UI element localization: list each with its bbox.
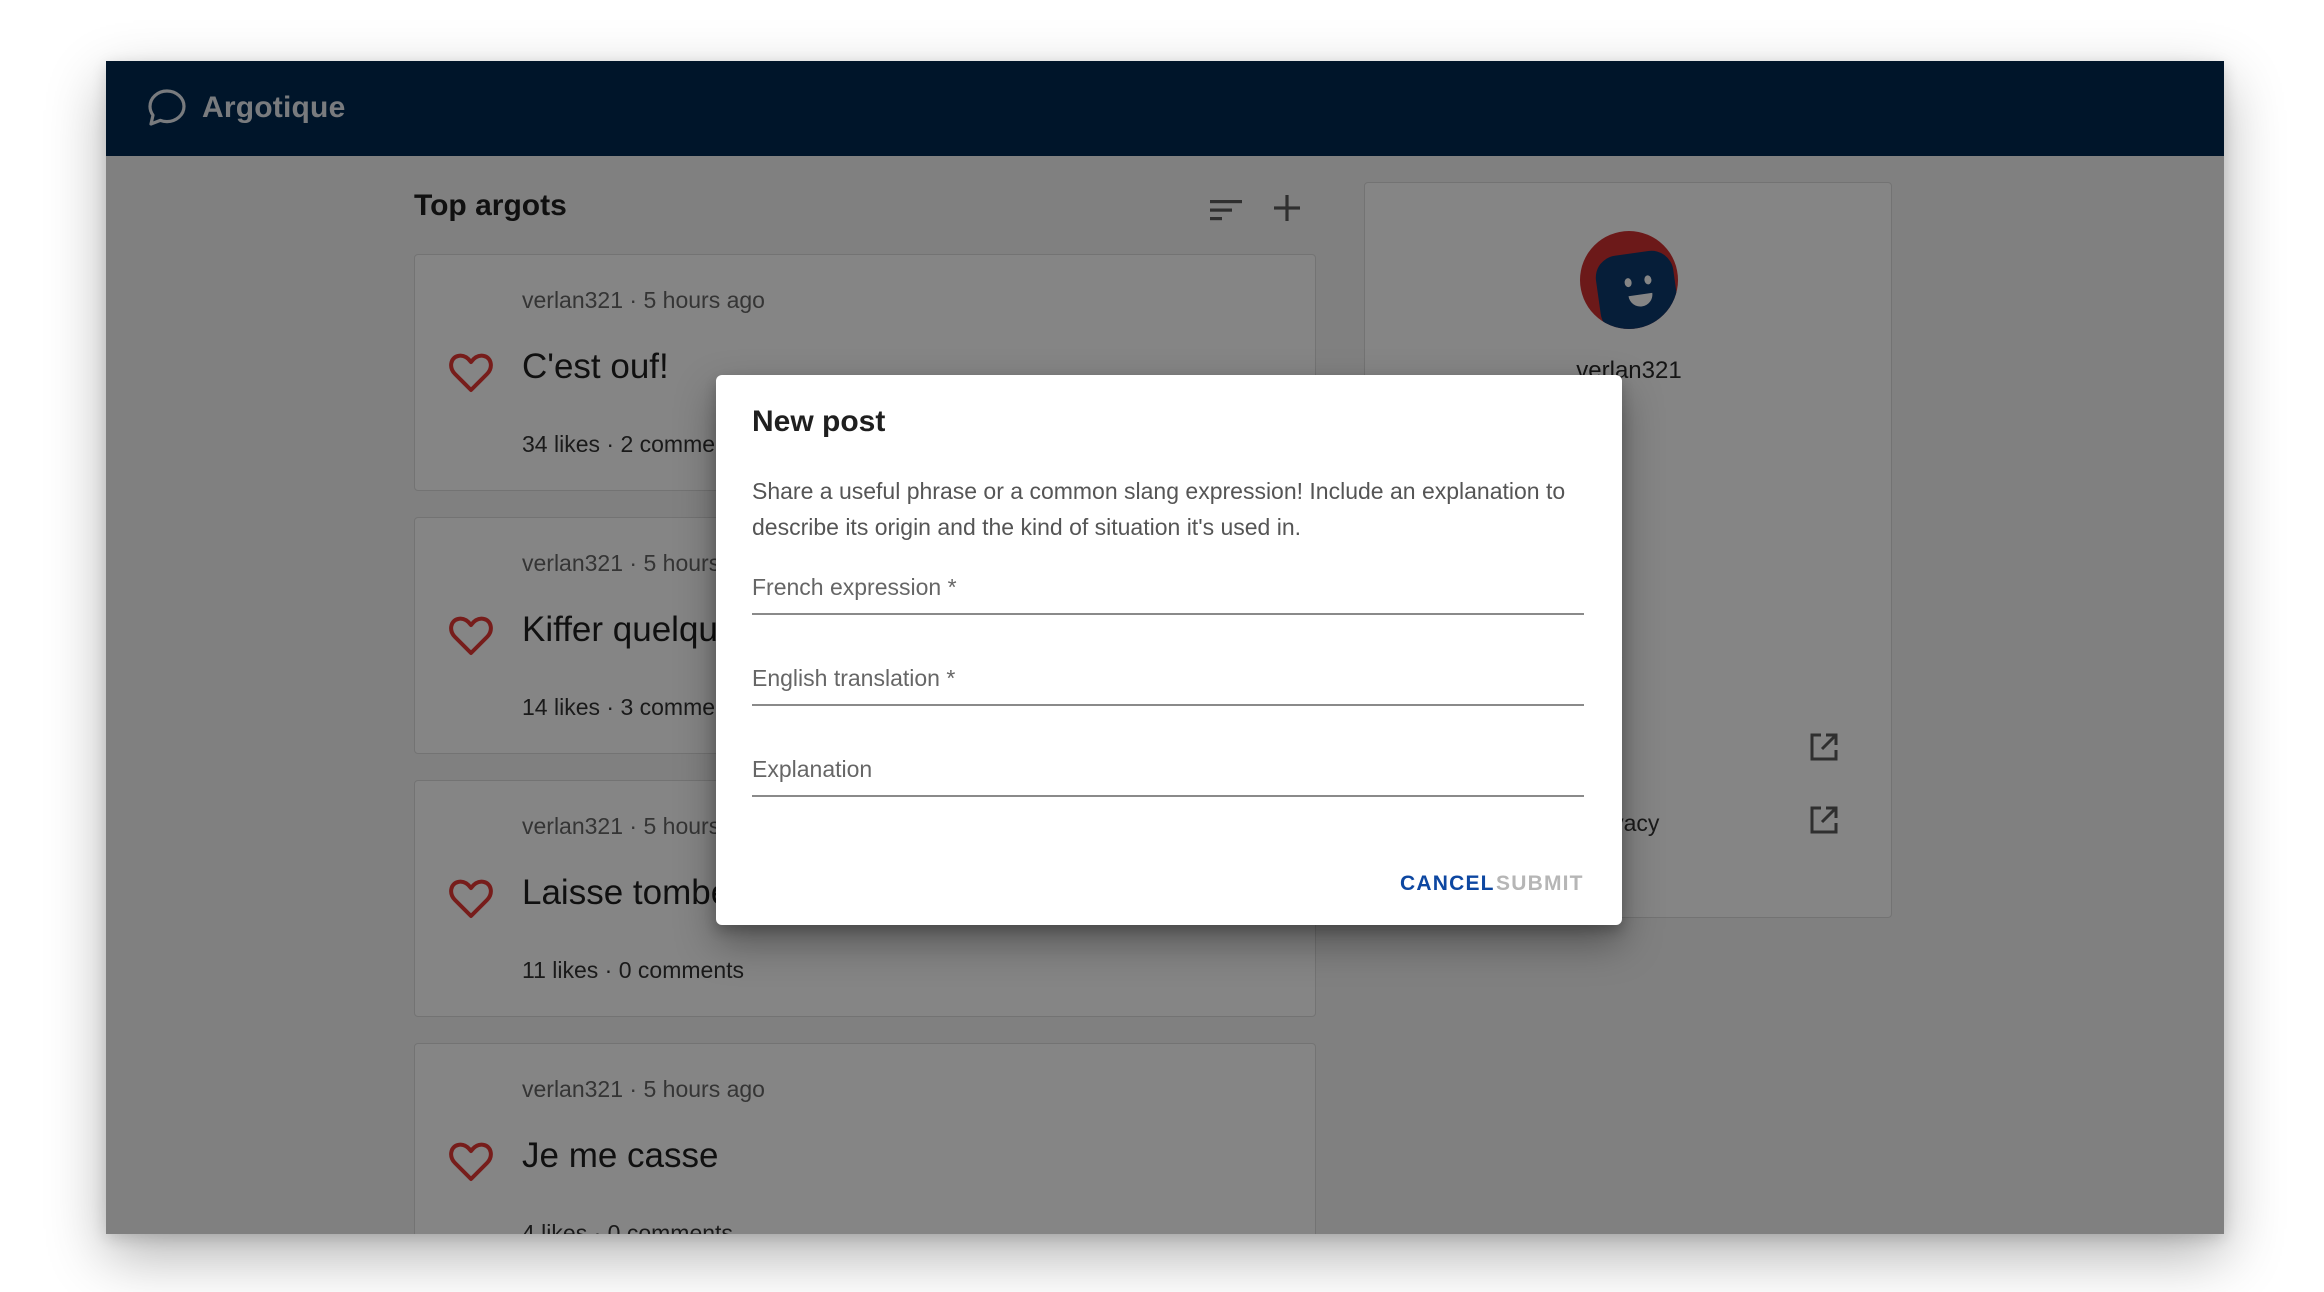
dialog-title: New post [752,405,886,438]
english-translation-field[interactable] [752,644,1584,706]
app-window: Argotique Top argots verlan321 · 5 hours… [106,61,2224,1234]
explanation-input[interactable] [752,751,1584,787]
french-expression-field[interactable] [752,553,1584,615]
cancel-button[interactable]: CANCEL [1400,872,1495,896]
new-post-dialog: New post Share a useful phrase or a comm… [716,375,1622,925]
submit-button[interactable]: SUBMIT [1496,872,1584,896]
french-expression-input[interactable] [752,569,1584,605]
dialog-description: Share a useful phrase or a common slang … [752,478,1566,540]
english-translation-input[interactable] [752,660,1584,696]
explanation-field[interactable] [752,735,1584,797]
